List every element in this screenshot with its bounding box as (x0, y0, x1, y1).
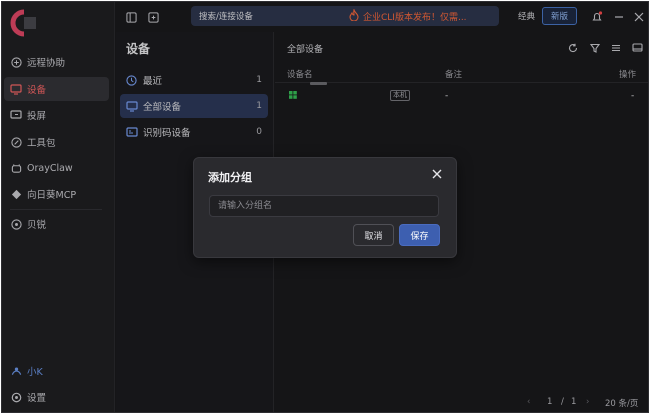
close-icon[interactable] (431, 168, 443, 180)
group-name-input[interactable] (209, 195, 439, 217)
app-window: 远程协助 设备 投屏 工具包 OrayClaw 向日葵MCP 贝锐 小K 设置 … (1, 1, 649, 413)
save-button[interactable]: 保存 (399, 224, 440, 246)
cancel-button[interactable]: 取消 (353, 224, 394, 246)
modal-overlay: 添加分组 取消 保存 (2, 2, 648, 412)
add-group-dialog: 添加分组 取消 保存 (193, 157, 457, 258)
dialog-title: 添加分组 (208, 171, 252, 184)
